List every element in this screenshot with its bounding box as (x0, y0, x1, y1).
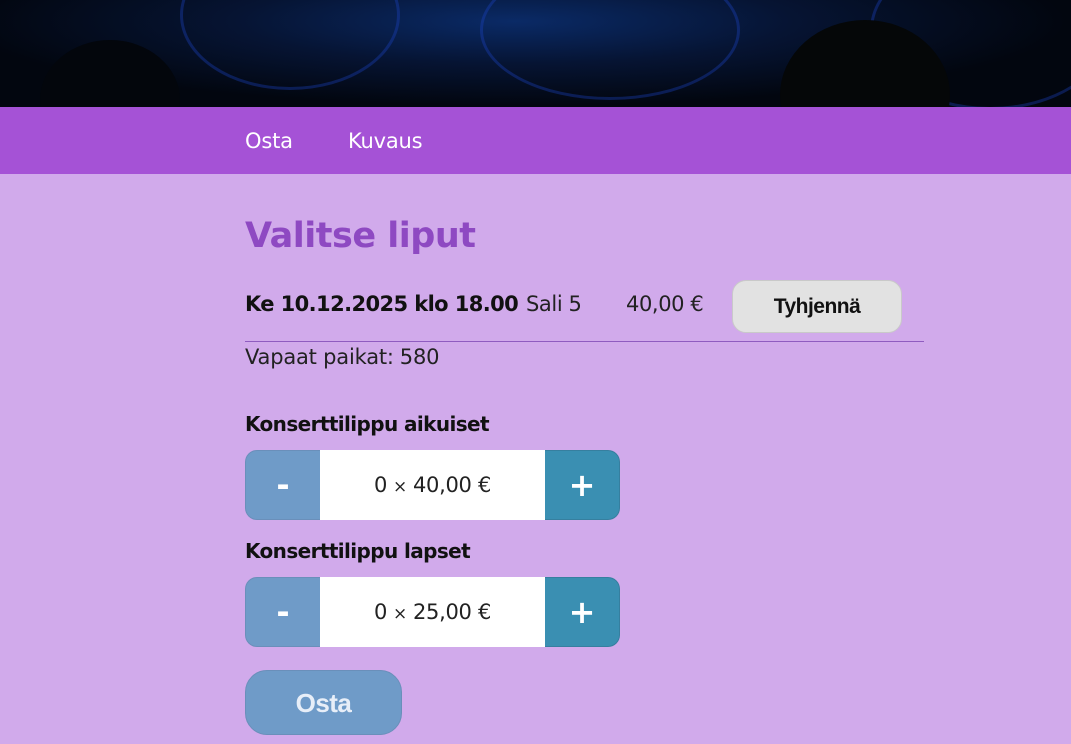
ticket-selection: Valitse liput Ke 10.12.2025 klo 18.00 Sa… (245, 174, 925, 744)
times-sign: × (393, 477, 407, 497)
decrease-button[interactable]: - (245, 577, 320, 647)
quantity-value: 0 (373, 473, 388, 497)
hero-banner (0, 0, 1071, 107)
increase-button[interactable]: + (545, 577, 620, 647)
times-sign: × (393, 604, 407, 624)
unit-price: 25,00 € (412, 600, 492, 624)
page-title: Valitse liput (245, 216, 476, 256)
quantity-display: 0 × 40,00 € (320, 450, 545, 520)
available-seats: Vapaat paikat: 580 (245, 345, 439, 369)
available-seats-count: 580 (399, 345, 440, 369)
event-info-row: Ke 10.12.2025 klo 18.00 Sali 5 40,00 € T… (245, 280, 925, 342)
decrease-button[interactable]: - (245, 450, 320, 520)
ticket-label-children: Konserttilippu lapset (245, 539, 471, 563)
available-seats-label: Vapaat paikat: (245, 345, 394, 369)
buy-button[interactable]: Osta (245, 670, 402, 735)
main-navbar: Osta Kuvaus (0, 107, 1071, 174)
quantity-display: 0 × 25,00 € (320, 577, 545, 647)
hero-light-decoration (480, 0, 740, 100)
hero-silhouette (40, 40, 180, 107)
event-hall: Sali 5 (526, 292, 582, 316)
unit-price: 40,00 € (412, 473, 492, 497)
quantity-stepper-children: - 0 × 25,00 € + (245, 577, 620, 647)
increase-button[interactable]: + (545, 450, 620, 520)
quantity-stepper-adults: - 0 × 40,00 € + (245, 450, 620, 520)
nav-link-buy[interactable]: Osta (245, 129, 293, 153)
clear-button[interactable]: Tyhjennä (732, 280, 902, 333)
nav-link-description[interactable]: Kuvaus (348, 129, 423, 153)
event-price: 40,00 € (626, 292, 704, 316)
quantity-value: 0 (373, 600, 388, 624)
ticket-label-adults: Konserttilippu aikuiset (245, 412, 490, 436)
event-date: Ke 10.12.2025 klo 18.00 (245, 292, 519, 316)
hero-light-decoration (180, 0, 400, 90)
divider (245, 341, 924, 342)
